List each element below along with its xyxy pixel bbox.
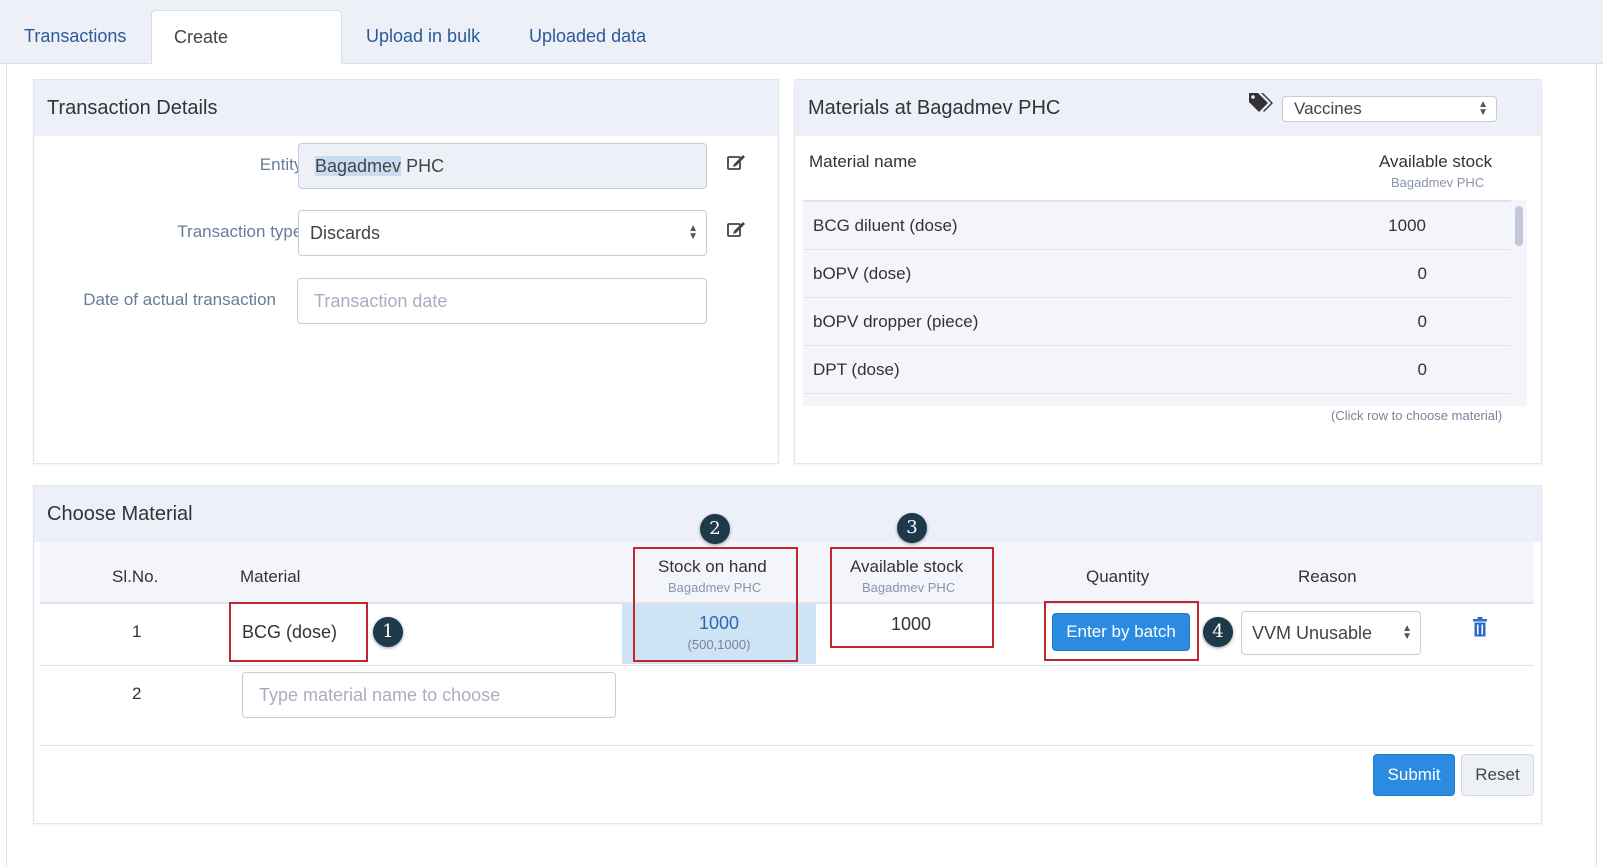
scrollbar-track[interactable] <box>1511 200 1527 406</box>
row-slno: 1 <box>132 622 142 641</box>
scrollbar-thumb[interactable] <box>1515 206 1523 246</box>
reason-header: Reason <box>1298 567 1357 586</box>
list-item[interactable]: bOPV (dose) 0 <box>803 250 1511 298</box>
list-item[interactable]: bOPV dropper (piece) 0 <box>803 298 1511 346</box>
submit-button[interactable]: Submit <box>1373 754 1455 796</box>
edit-icon[interactable] <box>726 219 746 239</box>
reset-button[interactable]: Reset <box>1461 754 1534 796</box>
materials-panel: Materials at Bagadmev PHC Vaccines ▲ ▼ Ma… <box>794 79 1542 464</box>
material-header: Material <box>240 567 301 586</box>
annotation-box-material <box>229 602 368 662</box>
list-item[interactable]: BCG diluent (dose) 1000 <box>803 202 1511 250</box>
tab-upload-in-bulk[interactable]: Upload in bulk <box>344 10 502 64</box>
annotation-box-available-stock <box>830 547 994 648</box>
callout-2: 2 <box>700 514 730 544</box>
transaction-date-label: Date of actual transaction <box>83 290 276 309</box>
panel-title: Transaction Details <box>34 80 778 136</box>
tab-uploaded-data[interactable]: Uploaded data <box>507 10 668 64</box>
slno-header: Sl.No. <box>112 567 159 586</box>
table-row: 2 Type material name to choose <box>40 666 1534 746</box>
select-arrows-icon: ▲ ▼ <box>1402 623 1412 642</box>
material-category-select[interactable]: Vaccines ▲ ▼ <box>1282 96 1497 122</box>
select-arrows-icon: ▲ ▼ <box>688 223 698 242</box>
tab-bar: Transactions Create transaction Upload i… <box>0 0 1603 99</box>
transaction-details-panel: Transaction Details Entity* Bagadmev PHC… <box>33 79 779 464</box>
tab-transactions[interactable]: Transactions <box>2 10 148 64</box>
callout-3: 3 <box>897 513 927 543</box>
materials-list: BCG diluent (dose) 1000 bOPV (dose) 0 bO… <box>803 200 1511 406</box>
transaction-type-select[interactable]: Discards ▲ ▼ <box>298 210 707 256</box>
quantity-header: Quantity <box>1086 567 1150 586</box>
annotation-box-enter-by-batch <box>1044 601 1199 661</box>
tab-create-transaction[interactable]: Create transaction <box>151 10 342 99</box>
select-arrows-icon: ▲ ▼ <box>1478 99 1488 118</box>
list-item[interactable]: DPT (dose) 0 <box>803 346 1511 394</box>
materials-hint: (Click row to choose material) <box>1331 408 1503 423</box>
callout-1: 1 <box>373 617 403 647</box>
panel-title: Choose Material <box>34 486 1541 542</box>
entity-field[interactable]: Bagadmev PHC <box>298 143 707 189</box>
row-slno: 2 <box>132 684 142 703</box>
entity-label: Entity* <box>259 155 310 174</box>
available-stock-subheader: Bagadmev PHC <box>1391 175 1485 190</box>
material-search-input[interactable]: Type material name to choose <box>242 672 616 718</box>
callout-4: 4 <box>1203 617 1233 647</box>
trash-icon[interactable] <box>1472 617 1488 637</box>
annotation-box-stock-on-hand <box>633 547 798 662</box>
material-name-header: Material name <box>809 152 917 171</box>
edit-icon[interactable] <box>726 152 746 172</box>
list-item[interactable] <box>803 394 1511 406</box>
transaction-date-input[interactable]: Transaction date <box>297 278 707 324</box>
tags-icon <box>1249 93 1273 112</box>
transaction-type-label: Transaction type* <box>177 222 310 241</box>
available-stock-header: Available stock <box>1379 152 1493 171</box>
reason-select[interactable]: VVM Unusable ▲ ▼ <box>1241 611 1421 655</box>
